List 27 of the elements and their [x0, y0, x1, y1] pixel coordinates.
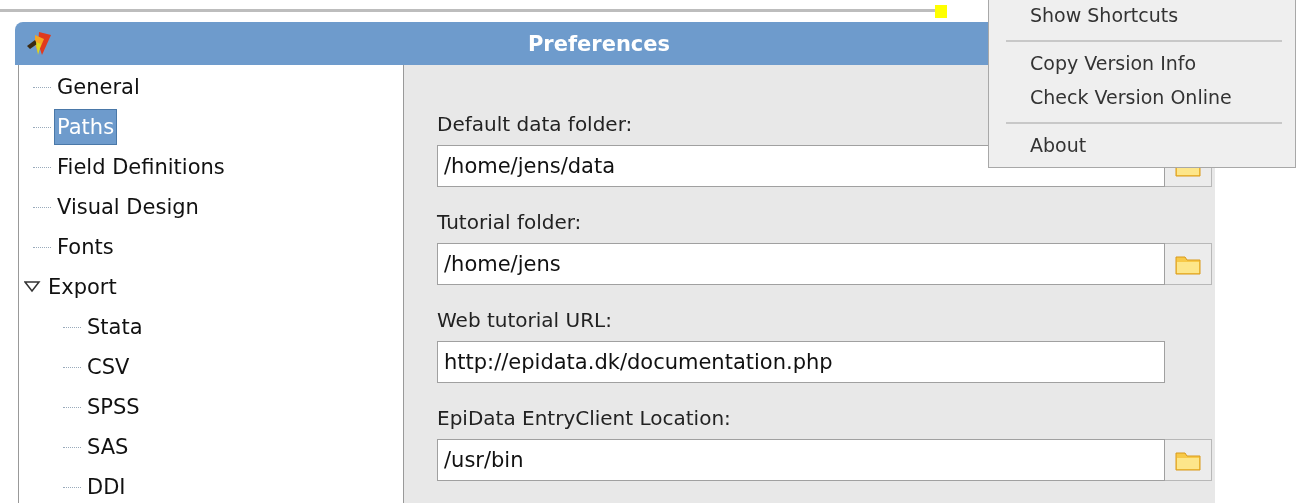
- path-field[interactable]: /usr/bin: [437, 439, 1165, 481]
- menu-item[interactable]: Copy Version Info: [989, 48, 1295, 82]
- tree-item[interactable]: SPSS: [84, 389, 143, 425]
- window-title: Preferences: [527, 31, 671, 56]
- path-field[interactable]: http://epidata.dk/documentation.php: [437, 341, 1165, 383]
- tree-item[interactable]: Export: [45, 269, 120, 305]
- tree-item[interactable]: Fonts: [54, 229, 117, 265]
- tree-item[interactable]: SAS: [84, 429, 132, 465]
- tree-item[interactable]: General: [54, 69, 143, 105]
- tree-item[interactable]: Field Definitions: [54, 149, 228, 185]
- field-label: EpiData EntryClient Location:: [437, 405, 732, 432]
- tree-item[interactable]: Visual Design: [54, 189, 202, 225]
- field-label: Web tutorial URL:: [437, 307, 613, 334]
- browse-button[interactable]: [1165, 439, 1212, 481]
- folder-icon: [1175, 253, 1201, 275]
- folder-icon: [1175, 449, 1201, 471]
- browse-button[interactable]: [1165, 243, 1212, 285]
- marker-square: [935, 5, 947, 18]
- tree-item[interactable]: DDI: [84, 469, 129, 503]
- tree-item[interactable]: CSV: [84, 349, 133, 385]
- field-label: Default data folder:: [437, 111, 634, 138]
- tree-item[interactable]: Stata: [84, 309, 146, 345]
- menu-item[interactable]: Show Shortcuts: [989, 0, 1295, 34]
- expander-icon[interactable]: [24, 281, 42, 293]
- path-field[interactable]: /home/jens: [437, 243, 1165, 285]
- menu-item[interactable]: Check Version Online: [989, 82, 1295, 116]
- field-label: Tutorial folder:: [437, 209, 583, 236]
